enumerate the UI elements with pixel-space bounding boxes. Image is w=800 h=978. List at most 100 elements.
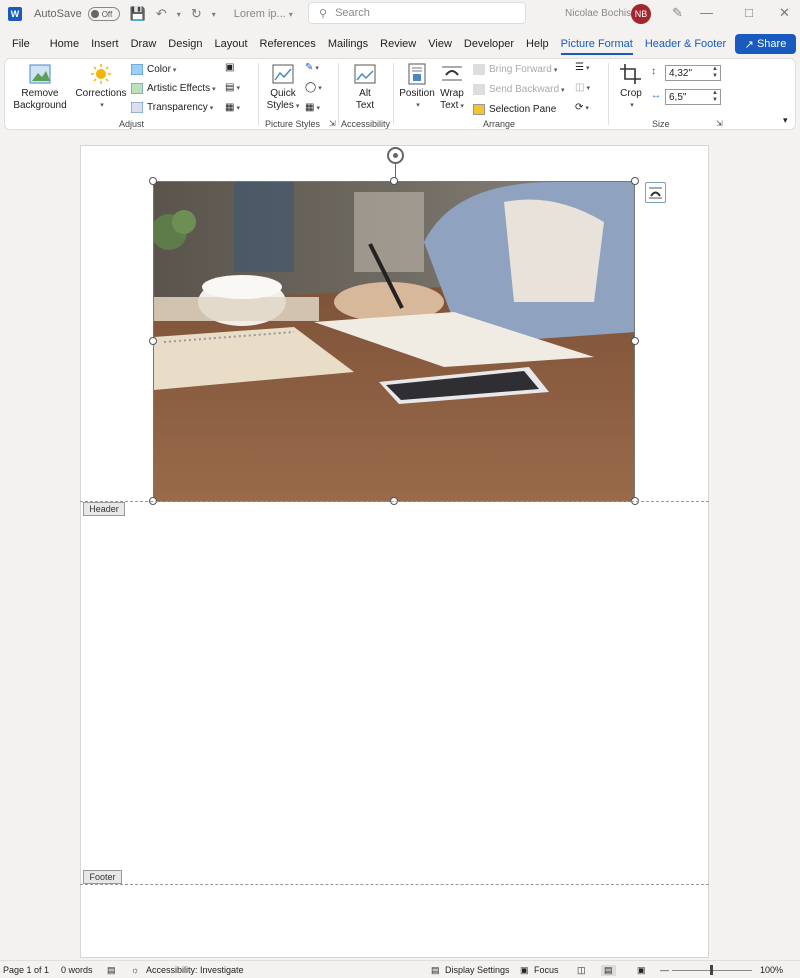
footer-tag: Footer [83,870,122,884]
tab-layout[interactable]: Layout [215,38,248,50]
zoom-slider-handle[interactable] [710,965,713,975]
zoom-out-icon[interactable]: — [660,965,669,975]
tab-file[interactable]: File [12,38,30,50]
group-label-arrange: Arrange [483,119,516,129]
sun-icon [91,64,111,84]
position-button[interactable]: Position ▾ [397,63,437,112]
document-name[interactable]: Lorem ip... ▾ [234,8,293,20]
save-icon[interactable]: 💾 [130,6,146,22]
tab-view[interactable]: View [428,38,452,50]
dialog-launcher-icon[interactable]: ⇲ [329,119,336,128]
proofing-icon[interactable]: ▤ [107,965,116,976]
chevron-down-icon[interactable]: ▾ [177,10,181,19]
page-count[interactable]: Page 1 of 1 [3,965,49,975]
color-button[interactable]: Color ▾ [131,64,176,75]
word-logo-icon: W [8,7,22,21]
tab-review[interactable]: Review [380,38,416,50]
search-box[interactable]: ⚲ Search [308,2,526,24]
wrap-text-icon [442,66,462,81]
bring-forward-button[interactable]: Bring Forward ▾ [473,64,557,75]
close-icon[interactable]: ✕ [779,5,790,21]
separator [338,63,339,125]
reset-picture-icon[interactable]: ▦ ▾ [225,102,240,113]
search-icon: ⚲ [319,7,328,20]
print-layout-icon[interactable]: ▤ [601,965,616,976]
remove-background-button[interactable]: Remove Background [13,63,67,112]
change-picture-icon[interactable]: ▤ ▾ [225,82,240,93]
artistic-effects-icon [131,83,143,94]
rotate-handle-icon[interactable] [387,147,404,164]
quick-styles-button[interactable]: Quick Styles ▾ [263,63,303,113]
resize-handle-top[interactable] [390,177,398,185]
focus-button[interactable]: Focus [534,965,559,975]
autosave-toggle[interactable]: Off [87,7,120,21]
alt-text-button[interactable]: Alt Text [349,63,381,112]
position-icon [408,63,426,85]
photo-woman-writing-image [154,182,634,501]
zoom-level[interactable]: 100% [760,965,783,975]
picture-border-icon[interactable]: ✎ ▾ [305,62,319,73]
send-backward-button[interactable]: Send Backward ▾ [473,84,565,95]
tab-header-footer[interactable]: Header & Footer [645,38,726,50]
corrections-button[interactable]: Corrections ▾ [75,63,127,112]
layout-options-icon[interactable] [645,182,666,203]
resize-handle-left[interactable] [149,337,157,345]
quick-styles-icon [272,64,294,84]
crop-button[interactable]: Crop ▾ [617,63,645,112]
collapse-ribbon-icon[interactable]: ▾ [783,115,788,126]
accessibility-icon[interactable]: ☼ [131,965,139,975]
align-icon[interactable]: ☰ ▾ [575,62,589,73]
selected-picture[interactable] [153,181,635,502]
selection-pane-button[interactable]: Selection Pane [473,104,556,115]
tab-design[interactable]: Design [168,38,202,50]
redo-icon[interactable]: ↻ [191,6,202,22]
picture-effects-icon[interactable]: ◯ ▾ [305,82,322,93]
transparency-icon [131,102,143,113]
tab-draw[interactable]: Draw [131,38,157,50]
group-icon[interactable]: ◫ ▾ [575,82,590,93]
tab-help[interactable]: Help [526,38,549,50]
transparency-button[interactable]: Transparency ▾ [131,102,213,113]
avatar[interactable]: NB [631,4,651,24]
height-input[interactable]: 4,32" ▲ ▼ [665,65,721,81]
tab-insert[interactable]: Insert [91,38,119,50]
read-mode-icon[interactable]: ◫ [577,965,586,976]
height-icon: ↕ [651,66,656,77]
tab-references[interactable]: References [260,38,316,50]
picture-layout-icon[interactable]: ▦ ▾ [305,102,320,113]
search-placeholder: Search [335,7,370,19]
tab-home[interactable]: Home [50,38,79,50]
focus-icon[interactable]: ▣ [520,965,529,976]
minimize-icon[interactable]: — [700,5,713,20]
customize-qat-icon[interactable]: ▾ [212,10,216,19]
tab-picture-format[interactable]: Picture Format [560,38,633,55]
resize-handle-top-left[interactable] [149,177,157,185]
alt-text-icon [354,64,376,84]
resize-handle-top-right[interactable] [631,177,639,185]
crop-icon [620,64,641,84]
bring-forward-icon [473,64,485,75]
accessibility-status[interactable]: Accessibility: Investigate [146,965,244,975]
width-input[interactable]: 6,5" ▲ ▼ [665,89,721,105]
separator [258,63,259,125]
send-backward-icon [473,84,485,95]
compress-pictures-icon[interactable]: ▣ [225,62,234,73]
color-icon [131,64,143,75]
wrap-text-button[interactable]: Wrap Text ▾ [437,63,467,113]
resize-handle-right[interactable] [631,337,639,345]
rotate-icon[interactable]: ⟳ ▾ [575,102,589,113]
tab-developer[interactable]: Developer [464,38,514,50]
group-label-accessibility: Accessibility [341,119,391,129]
tab-mailings[interactable]: Mailings [328,38,368,50]
undo-icon[interactable]: ↶ [156,6,167,22]
display-settings[interactable]: Display Settings [445,965,510,975]
dialog-launcher-icon[interactable]: ⇲ [716,119,723,128]
footer-boundary [80,884,709,885]
pen-icon[interactable]: ✎ [672,5,683,21]
word-count[interactable]: 0 words [61,965,93,975]
display-settings-icon[interactable]: ▤ [431,965,440,976]
share-button[interactable]: ↗ Share [735,34,796,54]
web-layout-icon[interactable]: ▣ [637,965,646,976]
artistic-effects-button[interactable]: Artistic Effects ▾ [131,83,216,94]
maximize-icon[interactable]: □ [745,5,753,20]
